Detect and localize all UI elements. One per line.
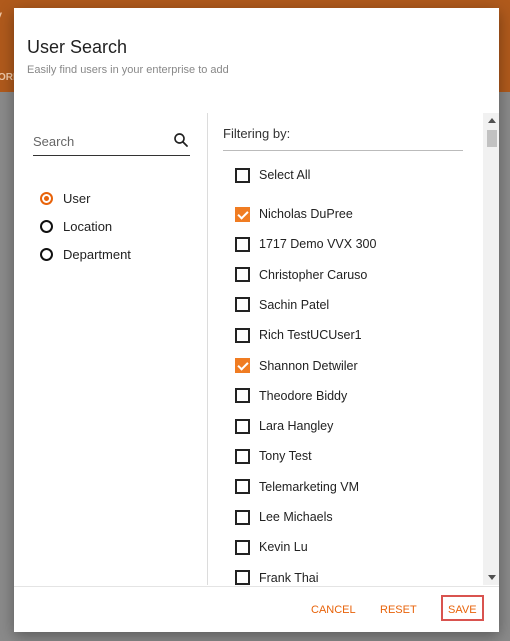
user-list-item[interactable]: Lara Hangley: [235, 416, 333, 436]
user-list-item[interactable]: 1717 Demo VVX 300: [235, 234, 376, 254]
user-checkbox[interactable]: [235, 327, 250, 343]
results-scrollbar[interactable]: [483, 113, 499, 585]
results-panel: Filtering by: Select All Nicholas DuPree…: [208, 113, 499, 585]
user-name-label: Lee Michaels: [259, 510, 333, 524]
select-all-row[interactable]: Select All: [235, 165, 310, 185]
reset-button[interactable]: RESET: [375, 599, 422, 621]
radio-button[interactable]: [40, 191, 53, 205]
user-list-item[interactable]: Nicholas DuPree: [235, 204, 353, 224]
user-name-label: Shannon Detwiler: [259, 358, 358, 373]
filter-type-label: Location: [63, 218, 113, 234]
user-list-item[interactable]: Frank Thai: [235, 568, 319, 585]
search-field: [33, 129, 190, 156]
user-checkbox[interactable]: [235, 206, 250, 222]
filter-type-label: User: [63, 190, 91, 206]
user-name-label: Nicholas DuPree: [259, 207, 353, 221]
user-list-item[interactable]: Kevin Lu: [235, 537, 308, 557]
user-checkbox[interactable]: [235, 267, 250, 283]
filter-type-label: Department: [63, 246, 131, 262]
user-list-item[interactable]: Shannon Detwiler: [235, 356, 358, 376]
filter-type-option[interactable]: Location: [40, 216, 112, 236]
search-icon[interactable]: [172, 131, 190, 149]
user-checkbox[interactable]: [235, 479, 250, 495]
user-checkbox[interactable]: [235, 570, 250, 585]
user-name-label: 1717 Demo VVX 300: [259, 237, 377, 252]
user-name-label: Frank Thai: [259, 570, 319, 585]
dialog-footer: CANCEL RESET SAVE: [14, 586, 499, 633]
user-checkbox[interactable]: [235, 509, 250, 525]
user-checkbox[interactable]: [235, 388, 250, 404]
user-checkbox[interactable]: [235, 236, 250, 252]
radio-button[interactable]: [40, 247, 53, 261]
cancel-button[interactable]: CANCEL: [306, 599, 361, 621]
dialog-subtitle: Easily find users in your enterprise to …: [27, 64, 229, 76]
user-list-item[interactable]: Christopher Caruso: [235, 265, 367, 285]
dialog-title: User Search: [27, 37, 128, 57]
user-list-item[interactable]: Telemarketing VM: [235, 477, 359, 497]
save-button[interactable]: SAVE: [441, 595, 484, 621]
user-name-label: Christopher Caruso: [259, 267, 368, 282]
user-search-dialog: User Search Easily find users in your en…: [14, 8, 499, 632]
user-name-label: Theodore Biddy: [259, 388, 348, 403]
user-name-label: Rich TestUCUser1: [259, 328, 362, 343]
user-name-label: Tony Test: [259, 449, 312, 464]
filter-panel: User Location Department: [14, 113, 208, 585]
filtering-by-label: Filtering by:: [223, 126, 463, 151]
user-list-item[interactable]: Lee Michaels: [235, 507, 333, 527]
search-input[interactable]: [33, 131, 163, 151]
user-name-label: Telemarketing VM: [259, 479, 360, 494]
user-list-item[interactable]: Tony Test: [235, 446, 312, 466]
scroll-up-arrow-icon[interactable]: [488, 118, 496, 123]
user-name-label: Lara Hangley: [259, 419, 334, 434]
user-checkbox[interactable]: [235, 297, 250, 313]
filter-type-option[interactable]: User: [40, 188, 90, 208]
user-name-label: Sachin Patel: [259, 297, 330, 312]
user-checkbox[interactable]: [235, 539, 250, 555]
select-all-checkbox[interactable]: [235, 167, 250, 183]
background-title-fragment: y: [0, 8, 2, 26]
scroll-down-arrow-icon[interactable]: [488, 575, 496, 580]
select-all-label: Select All: [259, 168, 311, 182]
user-name-label: Kevin Lu: [259, 540, 308, 555]
filter-type-option[interactable]: Department: [40, 244, 131, 264]
user-checkbox[interactable]: [235, 418, 250, 434]
user-list-item[interactable]: Sachin Patel: [235, 295, 329, 315]
user-list-item[interactable]: Rich TestUCUser1: [235, 325, 362, 345]
user-checkbox[interactable]: [235, 448, 250, 464]
radio-button[interactable]: [40, 219, 53, 233]
user-checkbox[interactable]: [235, 358, 250, 373]
user-list-item[interactable]: Theodore Biddy: [235, 386, 347, 406]
scroll-thumb[interactable]: [487, 130, 497, 147]
